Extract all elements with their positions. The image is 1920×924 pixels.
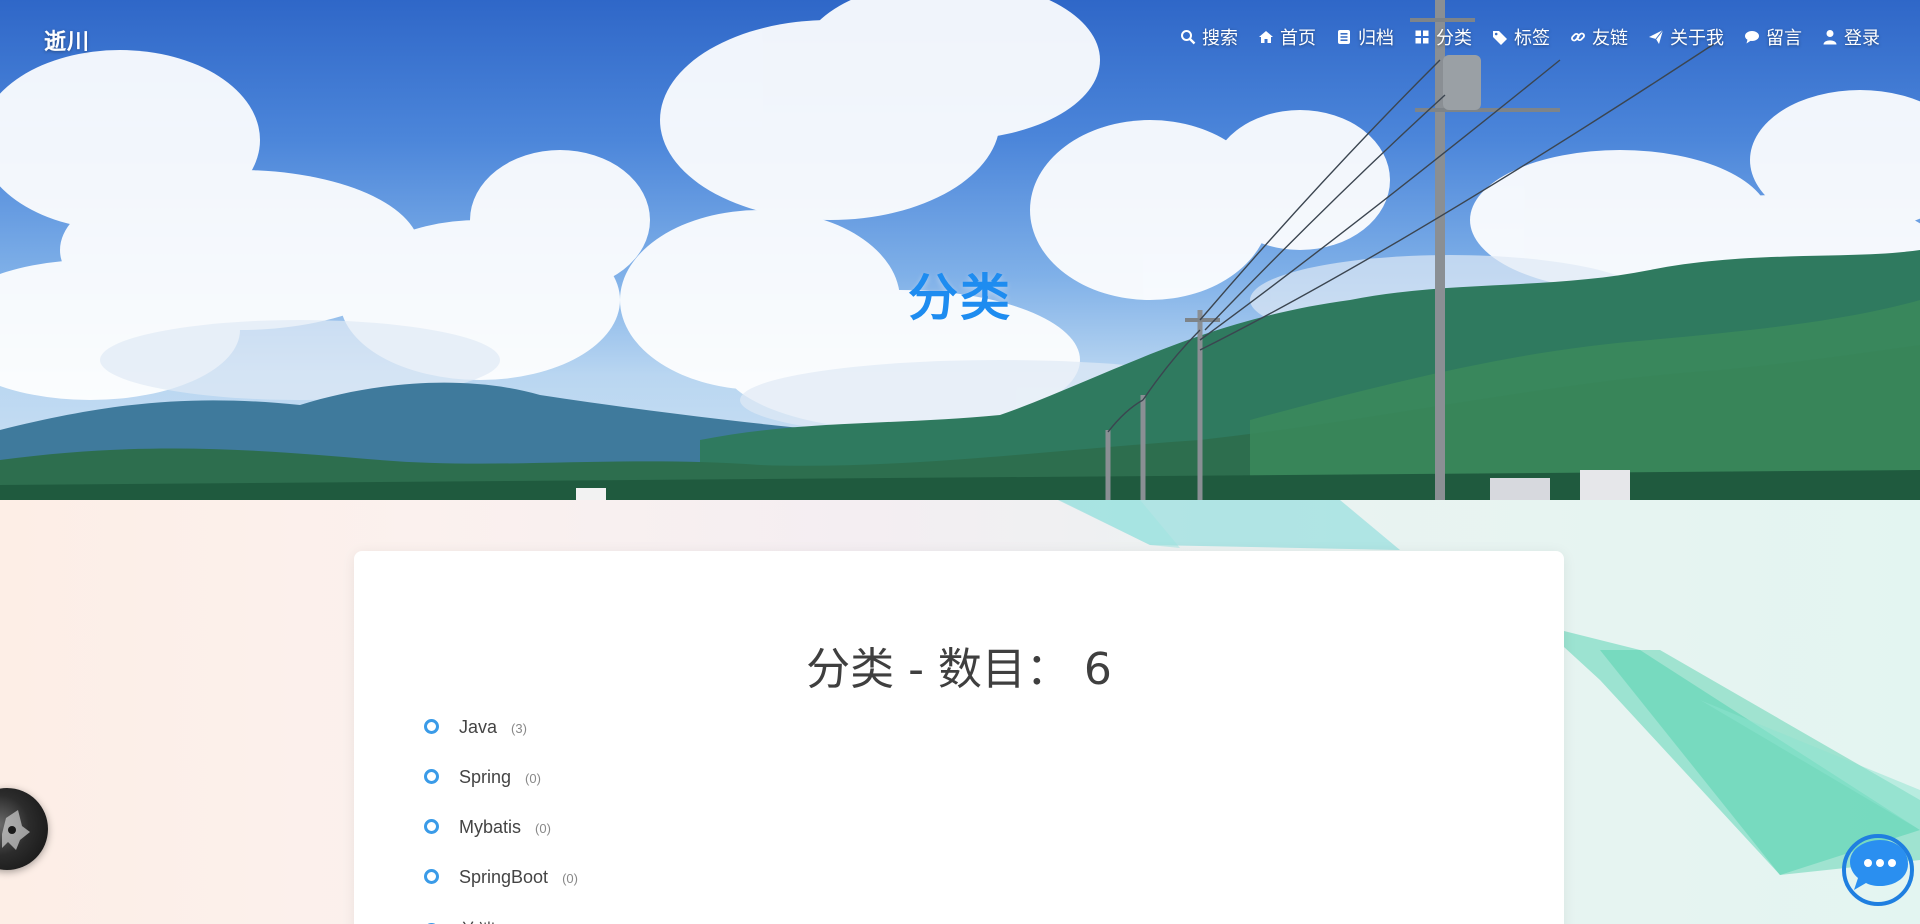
category-list: Java (3) Spring (0) Mybatis (0) SpringBo… — [424, 717, 578, 924]
bullet-icon — [424, 819, 439, 834]
user-icon — [1823, 30, 1837, 45]
paper-plane-icon — [1649, 29, 1664, 44]
hero-title: 分类 — [908, 270, 1012, 326]
nav-login[interactable]: 登录 — [1822, 24, 1880, 50]
nav-search-label: 搜索 — [1202, 28, 1238, 48]
chat-bubble-icon — [1842, 834, 1914, 906]
archive-icon — [1338, 30, 1350, 44]
nav-tags-label: 标签 — [1514, 28, 1550, 48]
comment-icon — [1745, 31, 1759, 44]
tag-icon — [1493, 31, 1507, 45]
site-brand[interactable]: 逝川 — [44, 24, 90, 56]
nav-archive[interactable]: 归档 — [1336, 24, 1394, 50]
nav-home[interactable]: 首页 — [1258, 24, 1316, 50]
category-name[interactable]: Spring — [459, 767, 511, 788]
home-icon — [1259, 31, 1273, 43]
chat-button[interactable] — [1836, 828, 1916, 908]
bullet-icon — [424, 769, 439, 784]
category-count: (0) — [562, 871, 578, 886]
nav-category-label: 分类 — [1436, 28, 1472, 48]
nav-links-label: 友链 — [1592, 28, 1628, 48]
nav-guestbook[interactable]: 留言 — [1744, 24, 1802, 50]
nav-archive-label: 归档 — [1358, 28, 1394, 48]
list-item[interactable]: Mybatis (0) — [424, 817, 578, 867]
nav-login-label: 登录 — [1844, 28, 1880, 48]
category-count-title: 分类 - 数目： 6 — [806, 644, 1112, 695]
nav-search[interactable]: 搜索 — [1180, 24, 1238, 50]
nav-tags[interactable]: 标签 — [1492, 24, 1550, 50]
category-count: (3) — [511, 721, 527, 736]
link-icon — [1571, 32, 1585, 42]
hero-background-illustration — [0, 0, 1920, 500]
list-item[interactable]: Java (3) — [424, 717, 578, 767]
category-count: (0) — [525, 771, 541, 786]
category-count: (0) — [535, 821, 551, 836]
bullet-icon — [424, 719, 439, 734]
category-name[interactable]: Java — [459, 717, 497, 738]
category-name[interactable]: Mybatis — [459, 817, 521, 838]
list-item[interactable]: Spring (0) — [424, 767, 578, 817]
hero-banner: 逝川 搜索 首页 归档 分类 标签 友链 关于我 留言 登录 分类 — [0, 0, 1920, 500]
category-card: 分类 - 数目： 6 Java (3) Spring (0) Mybatis (… — [354, 551, 1564, 924]
nav-about[interactable]: 关于我 — [1648, 24, 1724, 50]
grid-icon — [1415, 30, 1429, 44]
avatar-image — [2, 810, 30, 850]
top-nav: 搜索 首页 归档 分类 标签 友链 关于我 留言 登录 — [1180, 24, 1880, 50]
category-name[interactable]: 前端 — [459, 917, 495, 924]
nav-category[interactable]: 分类 — [1414, 24, 1472, 50]
avatar[interactable] — [0, 788, 48, 870]
search-icon — [1181, 30, 1196, 45]
nav-links[interactable]: 友链 — [1570, 24, 1628, 50]
nav-guestbook-label: 留言 — [1766, 28, 1802, 48]
category-name[interactable]: SpringBoot — [459, 867, 548, 888]
list-item[interactable]: 前端 — [424, 917, 578, 924]
bullet-icon — [424, 869, 439, 884]
list-item[interactable]: SpringBoot (0) — [424, 867, 578, 917]
nav-home-label: 首页 — [1280, 28, 1316, 48]
nav-about-label: 关于我 — [1670, 28, 1724, 48]
